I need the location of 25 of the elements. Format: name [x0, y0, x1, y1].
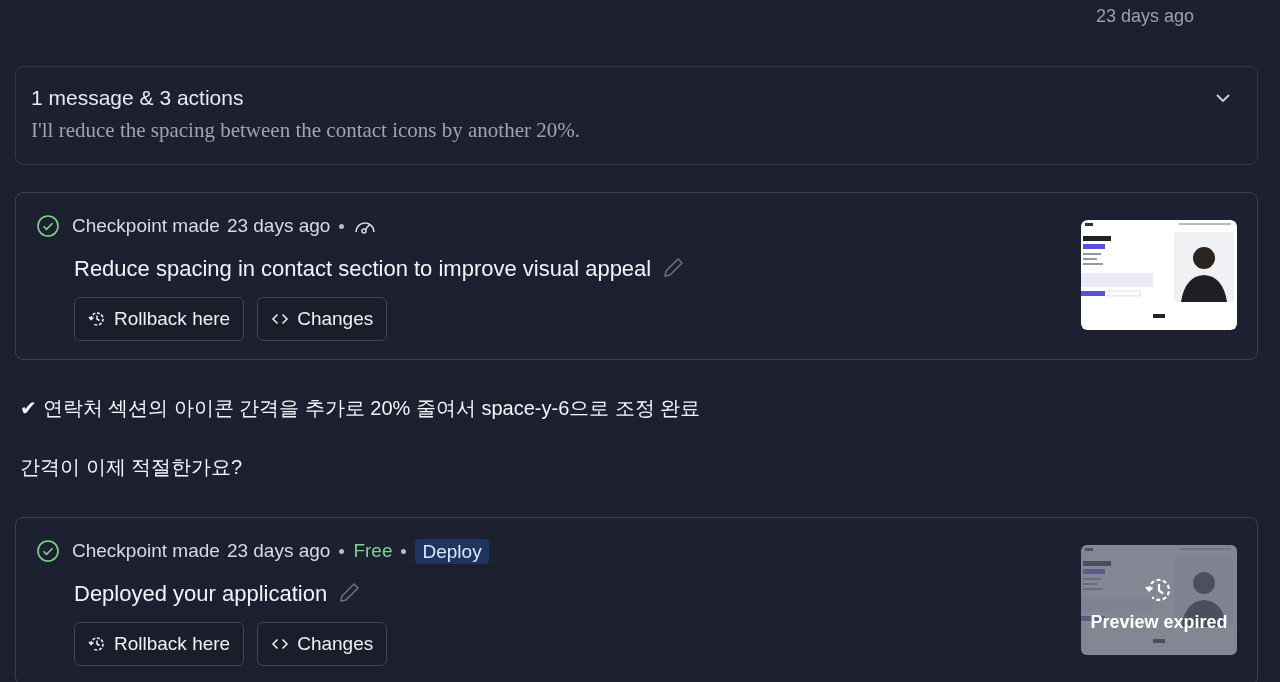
rollback-button[interactable]: Rollback here — [74, 622, 245, 666]
checkpoint-title: Reduce spacing in contact section to improve visual appeal — [74, 254, 652, 283]
check-circle-icon — [36, 539, 60, 563]
changes-button[interactable]: Changes — [257, 297, 388, 341]
checkpoint-time: 23 days ago — [226, 538, 331, 563]
pencil-icon[interactable] — [337, 581, 362, 605]
checkpoint-label: Checkpoint made — [72, 213, 220, 238]
history-icon — [88, 310, 106, 328]
check-circle-icon — [36, 214, 60, 238]
message-text: 간격이 이제 적절한가요? — [20, 455, 244, 480]
summary-title: 1 message & 3 actions — [31, 85, 245, 111]
summary-text: I'll reduce the spacing between the contact icons by another 20%. — [31, 117, 580, 143]
rollback-button[interactable]: Rollback here — [74, 297, 245, 341]
deploy-badge: Deploy — [415, 538, 489, 564]
checkpoint-title: Deployed your application — [74, 579, 328, 608]
message-text: ✔ 연락처 섹션의 아이콘 간격을 추가로 20% 줄여서 space-y-6으로 조정 완료 — [20, 396, 702, 421]
history-icon — [88, 635, 106, 653]
changes-button[interactable]: Changes — [257, 622, 388, 666]
plan-label: Free — [353, 538, 393, 563]
checkpoint-time: 23 days ago — [226, 213, 331, 238]
summary-card[interactable]: 1 message & 3 actions I'll reduce the spacing between the contact icons by another 20%. — [15, 66, 1258, 165]
timestamp: 23 days ago — [1095, 5, 1194, 25]
preview-expired-label: Preview expired — [1090, 610, 1228, 634]
pencil-icon[interactable] — [661, 256, 686, 280]
checkpoint-label: Checkpoint made — [72, 538, 220, 563]
